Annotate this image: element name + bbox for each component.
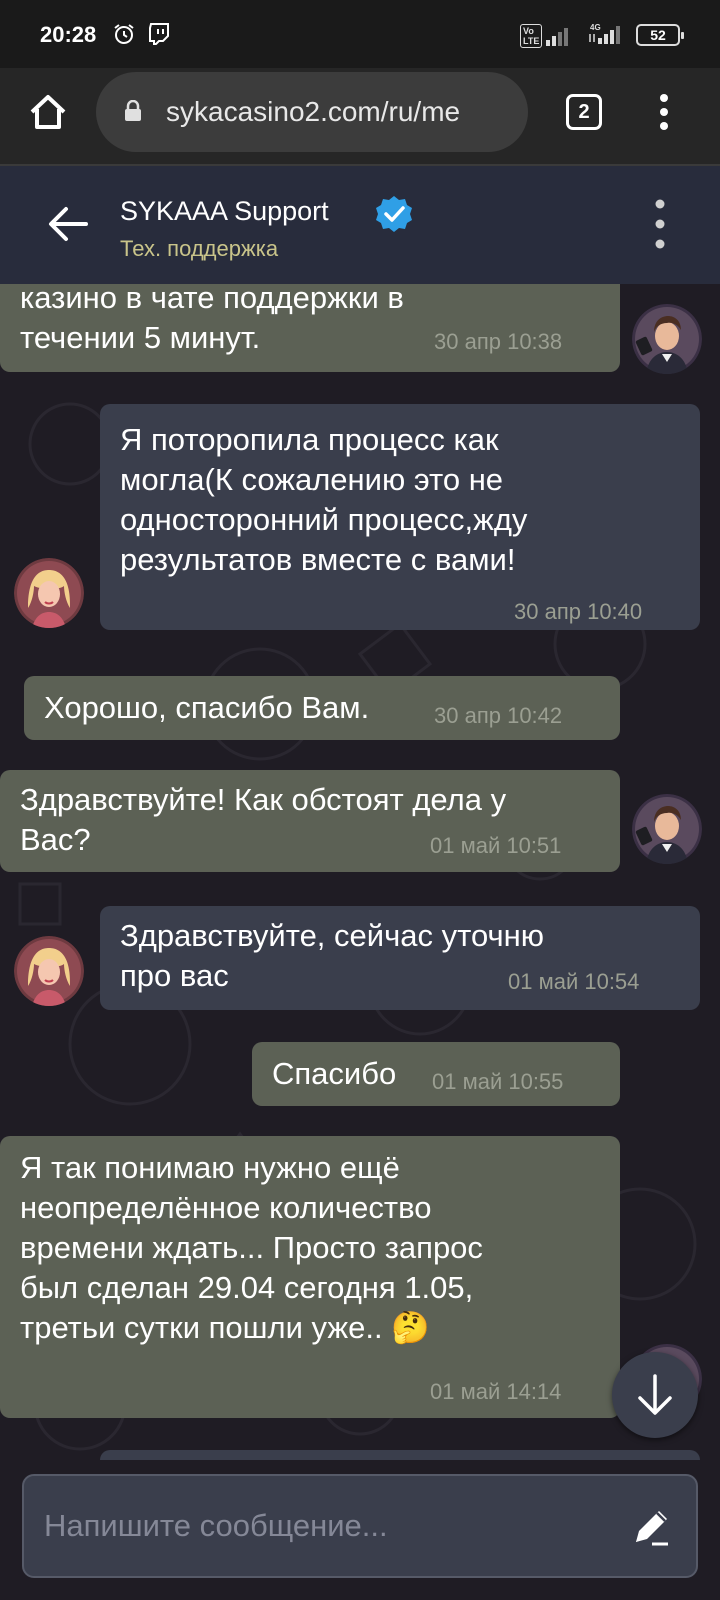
- volte-icon: Vo LTE: [520, 24, 543, 48]
- message-bubble-outgoing: Я поторопила процесс как могла(К сожален…: [100, 404, 700, 630]
- message-bubble-incoming: казино в чате поддержки в течении 5 мину…: [0, 284, 620, 372]
- message-text: Я поторопила процесс как могла(К сожален…: [120, 422, 528, 577]
- message-time: 01 май 10:51: [430, 833, 562, 858]
- message-time: 30 апр 10:42: [434, 703, 563, 728]
- message-text: казино в чате поддержки в течении 5 мину…: [20, 284, 404, 355]
- message-bubble-incoming: Спасибо 01 май 10:55: [252, 1042, 620, 1106]
- home-icon[interactable]: [26, 90, 70, 134]
- message-bubble-incoming: Я так понимаю нужно ещё неопределённое к…: [0, 1136, 620, 1418]
- url-text: sykacasino2.com/ru/me: [166, 96, 461, 127]
- agent-male-avatar: [632, 794, 702, 864]
- verified-badge-icon: [376, 196, 412, 232]
- browser-menu-icon[interactable]: [654, 92, 674, 132]
- agent-male-avatar: [632, 304, 702, 374]
- message-bubble-outgoing: [100, 1450, 700, 1460]
- scroll-to-bottom-button[interactable]: [612, 1352, 698, 1438]
- signal-strength-icon: [546, 28, 568, 46]
- message-list[interactable]: казино в чате поддержки в течении 5 мину…: [0, 284, 720, 1460]
- tab-switcher-button[interactable]: 2: [566, 94, 602, 130]
- lock-icon: [125, 100, 141, 121]
- message-text: Спасибо: [272, 1056, 397, 1091]
- chat-header: SYKAAA Support Тех. поддержка: [0, 166, 720, 284]
- signal-4g-icon: 4G: [589, 23, 620, 44]
- message-bubble-incoming: Здравствуйте! Как обстоят дела у Вас? 01…: [0, 770, 620, 872]
- browser-toolbar: sykacasino2.com/ru/me 2: [0, 68, 720, 166]
- message-bubble-incoming: Хорошо, спасибо Вам. 30 апр 10:42: [24, 676, 620, 740]
- message-bubble-outgoing: Здравствуйте, сейчас уточню про вас 01 м…: [100, 906, 700, 1010]
- battery-icon: 52: [636, 24, 684, 46]
- message-text: Я так понимаю нужно ещё неопределённое к…: [20, 1150, 483, 1345]
- message-input[interactable]: [22, 1474, 698, 1578]
- message-time: 30 апр 10:38: [434, 329, 563, 354]
- chat-menu-icon[interactable]: [650, 194, 670, 254]
- message-time: 01 май 10:55: [432, 1069, 564, 1094]
- twitch-icon: [149, 23, 169, 45]
- alarm-icon: [114, 24, 134, 44]
- chat-subtitle: Тех. поддержка: [120, 236, 279, 261]
- support-female-avatar: [14, 936, 84, 1006]
- support-female-avatar: [14, 558, 84, 628]
- send-pen-icon[interactable]: [630, 1504, 674, 1548]
- chat-title: SYKAAA Support: [120, 196, 329, 226]
- back-arrow-icon[interactable]: [46, 202, 90, 246]
- arrow-down-icon: [638, 1374, 672, 1415]
- url-bar[interactable]: sykacasino2.com/ru/me: [96, 72, 528, 152]
- message-text: Хорошо, спасибо Вам.: [44, 690, 370, 725]
- message-time: 01 май 10:54: [508, 969, 640, 994]
- message-text: Здравствуйте, сейчас уточню про вас: [120, 918, 545, 993]
- message-time: 30 апр 10:40: [514, 599, 643, 624]
- message-composer: [0, 1460, 720, 1600]
- status-bar: 20:28 Vo LTE 4G 52: [0, 0, 720, 68]
- message-time: 01 май 14:14: [430, 1379, 562, 1404]
- status-time: 20:28: [40, 22, 97, 47]
- svg-text:4G: 4G: [590, 23, 601, 32]
